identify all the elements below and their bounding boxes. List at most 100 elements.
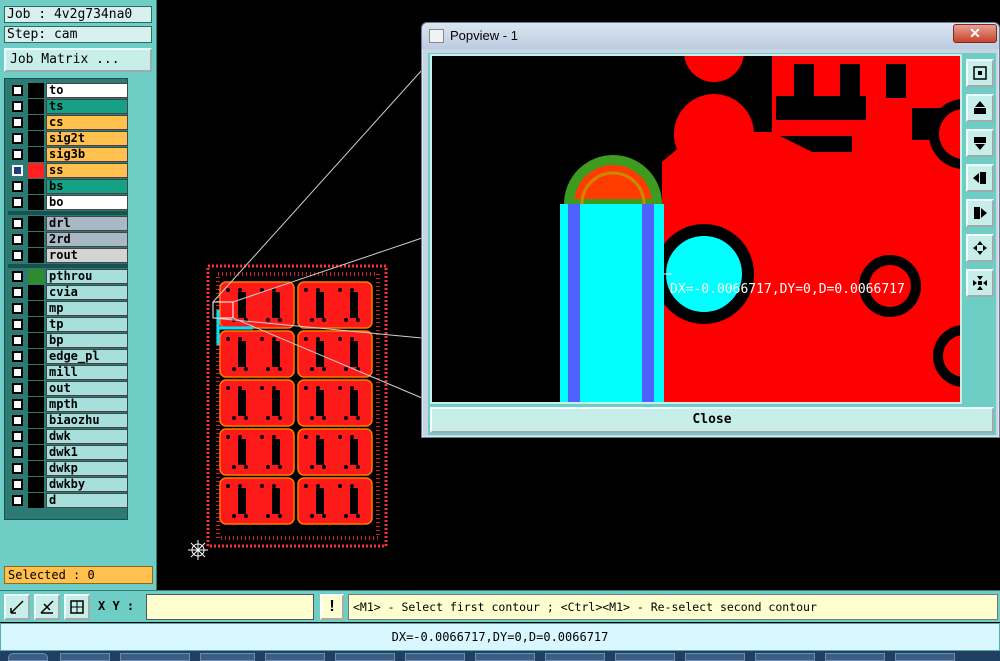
layer-name[interactable]: dwk1: [46, 445, 128, 460]
layer-color-swatch[interactable]: [28, 381, 44, 396]
layer-color-swatch[interactable]: [28, 232, 44, 247]
layer-checkbox[interactable]: [12, 303, 23, 314]
layer-row-ts[interactable]: ts: [8, 99, 128, 114]
layer-color-swatch[interactable]: [28, 147, 44, 162]
layer-name[interactable]: dwkby: [46, 477, 128, 492]
layer-row-d[interactable]: d: [8, 493, 128, 508]
taskbar-item[interactable]: [120, 653, 190, 661]
layer-name[interactable]: 2rd: [46, 232, 128, 247]
layer-row-tp[interactable]: tp: [8, 317, 128, 332]
start-button[interactable]: [8, 653, 48, 661]
layer-color-swatch[interactable]: [28, 301, 44, 316]
layer-color-swatch[interactable]: [28, 477, 44, 492]
layer-row-biaozhu[interactable]: biaozhu: [8, 413, 128, 428]
layer-row-bs[interactable]: bs: [8, 179, 128, 194]
layer-name[interactable]: rout: [46, 248, 128, 263]
layer-checkbox[interactable]: [12, 351, 23, 362]
layer-color-swatch[interactable]: [28, 365, 44, 380]
zoom-out-button[interactable]: [966, 269, 994, 297]
layer-name[interactable]: ss: [46, 163, 128, 178]
layer-name[interactable]: ts: [46, 99, 128, 114]
layer-name[interactable]: mpth: [46, 397, 128, 412]
layer-checkbox[interactable]: [12, 447, 23, 458]
layer-checkbox[interactable]: [12, 367, 23, 378]
layer-row-dwk[interactable]: dwk: [8, 429, 128, 444]
layer-row-bp[interactable]: bp: [8, 333, 128, 348]
taskbar-item[interactable]: [545, 653, 605, 661]
layer-row-mp[interactable]: mp: [8, 301, 128, 316]
angle-tool-button[interactable]: [34, 594, 60, 620]
layer-name[interactable]: bs: [46, 179, 128, 194]
layer-checkbox[interactable]: [12, 133, 23, 144]
taskbar-item[interactable]: [60, 653, 110, 661]
layer-color-swatch[interactable]: [28, 349, 44, 364]
layer-name[interactable]: sig3b: [46, 147, 128, 162]
layer-name[interactable]: out: [46, 381, 128, 396]
layer-checkbox[interactable]: [12, 399, 23, 410]
layer-name[interactable]: dwk: [46, 429, 128, 444]
layer-color-swatch[interactable]: [28, 216, 44, 231]
layer-row-dwk1[interactable]: dwk1: [8, 445, 128, 460]
taskbar-item[interactable]: [475, 653, 535, 661]
layer-checkbox[interactable]: [12, 335, 23, 346]
zoom-in-button[interactable]: [966, 234, 994, 262]
layer-row-edge_pl[interactable]: edge_pl: [8, 349, 128, 364]
pan-up-button[interactable]: [966, 94, 994, 122]
layer-checkbox[interactable]: [12, 117, 23, 128]
layer-checkbox[interactable]: [12, 149, 23, 160]
layer-color-swatch[interactable]: [28, 131, 44, 146]
layer-checkbox[interactable]: [12, 218, 23, 229]
layer-color-swatch[interactable]: [28, 269, 44, 284]
pan-down-button[interactable]: [966, 129, 994, 157]
popview-close-icon[interactable]: ✕: [953, 24, 997, 43]
layer-name[interactable]: bo: [46, 195, 128, 210]
layer-name[interactable]: drl: [46, 216, 128, 231]
layer-name[interactable]: dwkp: [46, 461, 128, 476]
taskbar-item[interactable]: [685, 653, 745, 661]
layer-color-swatch[interactable]: [28, 493, 44, 508]
layer-color-swatch[interactable]: [28, 163, 44, 178]
taskbar-item[interactable]: [615, 653, 675, 661]
layer-name[interactable]: to: [46, 83, 128, 98]
layer-checkbox[interactable]: [12, 287, 23, 298]
layer-color-swatch[interactable]: [28, 429, 44, 444]
layer-color-swatch[interactable]: [28, 195, 44, 210]
taskbar-item[interactable]: [200, 653, 255, 661]
layer-name[interactable]: bp: [46, 333, 128, 348]
layer-name[interactable]: cvia: [46, 285, 128, 300]
taskbar-item[interactable]: [405, 653, 465, 661]
layer-row-bo[interactable]: bo: [8, 195, 128, 210]
layer-list-scrollbar[interactable]: [129, 78, 153, 558]
layer-row-dwkp[interactable]: dwkp: [8, 461, 128, 476]
popview-close-button[interactable]: Close: [430, 407, 994, 433]
layer-checkbox[interactable]: [12, 431, 23, 442]
layer-checkbox[interactable]: [12, 319, 23, 330]
layer-color-swatch[interactable]: [28, 83, 44, 98]
layer-name[interactable]: pthrou: [46, 269, 128, 284]
layer-name[interactable]: sig2t: [46, 131, 128, 146]
alert-button[interactable]: !: [320, 594, 344, 620]
layer-row-2rd[interactable]: 2rd: [8, 232, 128, 247]
layer-checkbox[interactable]: [12, 463, 23, 474]
layer-checkbox[interactable]: [12, 495, 23, 506]
layer-color-swatch[interactable]: [28, 285, 44, 300]
layer-name[interactable]: cs: [46, 115, 128, 130]
layer-checkbox[interactable]: [12, 181, 23, 192]
taskbar-item[interactable]: [335, 653, 395, 661]
taskbar-item[interactable]: [895, 653, 955, 661]
layer-color-swatch[interactable]: [28, 333, 44, 348]
layer-name[interactable]: tp: [46, 317, 128, 332]
layer-color-swatch[interactable]: [28, 397, 44, 412]
pan-left-button[interactable]: [966, 164, 994, 192]
layer-checkbox[interactable]: [12, 101, 23, 112]
layer-checkbox[interactable]: [12, 271, 23, 282]
layer-color-swatch[interactable]: [28, 115, 44, 130]
layer-row-cvia[interactable]: cvia: [8, 285, 128, 300]
layer-checkbox[interactable]: [12, 250, 23, 261]
layer-row-dwkby[interactable]: dwkby: [8, 477, 128, 492]
layer-row-out[interactable]: out: [8, 381, 128, 396]
layer-checkbox[interactable]: [12, 383, 23, 394]
layer-name[interactable]: mp: [46, 301, 128, 316]
popview-zoom-canvas[interactable]: DX=-0.0066717,DY=0,D=0.0066717: [430, 54, 962, 404]
layer-color-swatch[interactable]: [28, 445, 44, 460]
